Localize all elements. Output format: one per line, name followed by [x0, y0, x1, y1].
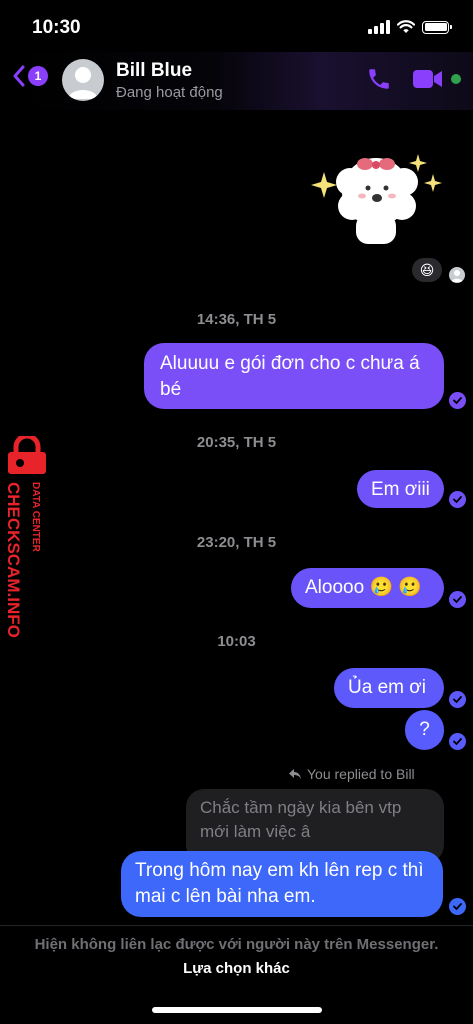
delivered-checkmark-icon — [449, 733, 466, 750]
sent-message-bubble[interactable]: Aluuuu e gói đơn cho c chưa á bé — [144, 343, 444, 409]
timestamp-divider: 20:35, TH 5 — [196, 434, 277, 451]
video-call-button[interactable] — [412, 68, 444, 95]
delivered-checkmark-icon — [449, 898, 466, 915]
back-chevron-icon — [13, 65, 25, 87]
sent-message-bubble[interactable]: Ủa em ơi — [334, 668, 444, 708]
delivered-checkmark-icon — [449, 691, 466, 708]
footer-divider — [0, 925, 473, 926]
contact-status: Đang hoạt động — [116, 84, 223, 101]
battery-icon — [422, 20, 452, 34]
unavailable-notice: Hiện không liên lạc được với người này t… — [20, 933, 453, 981]
other-options-link[interactable]: Lựa chọn khác — [183, 960, 290, 977]
unread-badge: 1 — [28, 66, 48, 86]
timestamp-divider: 10:03 — [217, 633, 256, 650]
sent-message-bubble[interactable]: ? — [405, 710, 444, 750]
contact-name[interactable]: Bill Blue — [116, 60, 192, 82]
message-reaction[interactable]: 😆 — [412, 258, 442, 282]
contact-avatar[interactable] — [62, 59, 104, 101]
reply-indicator: You replied to Bill — [288, 766, 415, 782]
timestamp-divider: 14:36, TH 5 — [196, 311, 277, 328]
cellular-signal-icon — [368, 20, 390, 34]
delivered-checkmark-icon — [449, 591, 466, 608]
back-button[interactable]: 1 — [12, 64, 48, 88]
sent-message-bubble[interactable]: Em ơiii — [357, 470, 444, 508]
status-bar: 10:30 — [0, 0, 473, 52]
delivered-checkmark-icon — [449, 392, 466, 409]
status-icons — [368, 20, 452, 34]
phone-icon — [369, 69, 389, 89]
reply-arrow-icon — [289, 769, 301, 779]
timestamp-divider: 23:20, TH 5 — [196, 534, 277, 551]
reply-label-text: You replied to Bill — [307, 766, 415, 782]
home-indicator[interactable] — [152, 1007, 322, 1013]
watermark-sub-text: DATA CENTER — [30, 482, 41, 553]
wifi-icon — [397, 20, 415, 33]
watermark: CHECKSCAM.INFO DATA CENTER — [2, 433, 52, 666]
padlock-icon: CHECKSCAM.INFO DATA CENTER — [4, 433, 46, 638]
default-avatar-icon — [451, 270, 463, 283]
chat-header: 1 Bill Blue Đang hoạt động — [0, 52, 473, 110]
sheep-sticker-image — [311, 154, 442, 244]
status-time: 10:30 — [32, 17, 81, 38]
online-indicator — [451, 74, 461, 84]
audio-call-button[interactable] — [366, 66, 392, 97]
sticker-message[interactable] — [308, 144, 448, 252]
video-camera-icon — [413, 70, 442, 88]
default-avatar-icon — [68, 67, 98, 99]
seen-avatar — [449, 267, 465, 283]
sent-message-bubble[interactable]: Aloooo 🥲 🥲 — [291, 568, 444, 608]
watermark-main-text: CHECKSCAM.INFO — [4, 482, 23, 638]
sent-message-bubble[interactable]: Trong hôm nay em kh lên rep c thì mai c … — [121, 851, 443, 917]
delivered-checkmark-icon — [449, 491, 466, 508]
unavailable-notice-text: Hiện không liên lạc được với người này t… — [34, 936, 439, 953]
